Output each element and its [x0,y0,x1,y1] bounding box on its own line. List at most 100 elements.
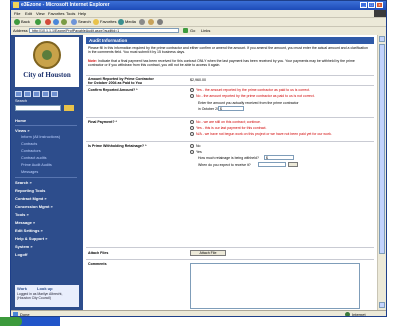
menu-favorites[interactable]: Favorites [48,11,64,16]
go-icon[interactable] [183,28,188,33]
ie-icon [13,2,19,8]
nav-logoff[interactable]: Logoff [15,252,27,257]
intro-text: Please fill in this information required… [88,46,368,55]
back-label[interactable]: Back [21,19,30,25]
confirm-no-text: No - the amount reported by the prime co… [196,94,315,98]
attach-label: Attach Files [88,251,109,255]
home-nav-icon[interactable] [33,91,40,97]
favorites-icon[interactable] [93,19,99,25]
mail-icon[interactable] [148,19,154,25]
scroll-thumb[interactable] [379,44,385,254]
start-button[interactable] [0,317,22,326]
nav-views-contract-audits[interactable]: Contract audits [21,156,47,160]
refresh-icon[interactable] [53,19,59,25]
search-area: Search [15,99,79,115]
scroll-up-arrow[interactable] [379,36,385,42]
history-icon[interactable] [139,19,145,25]
final-payment-label: Final Payment? * [88,120,117,124]
nav-system[interactable]: System » [15,244,33,249]
confirm-no-radio[interactable] [190,94,194,98]
nav-concession-mgmt[interactable]: Concession Mgmt » [15,204,53,209]
menu-edit[interactable]: Edit [25,11,32,16]
browser-window: e3Ezone - Microsoft Internet Explorer _ … [10,0,387,317]
retainage-yes-radio[interactable] [190,150,194,154]
retainage-row: Is Prime Withholding Retainage? * No Yes… [86,141,374,178]
nav-reporting[interactable]: Reporting Tools [15,188,45,193]
page-viewport: City of Houston Search Home Views » Info… [11,35,377,310]
logo-text: City of Houston [23,71,71,79]
media-icon[interactable] [118,19,124,25]
retainage-yes-text: Yes [196,150,202,154]
retainage-amount-input[interactable]: $ [264,155,294,160]
menu-file[interactable]: File [14,11,20,16]
retainage-date-label: When do you expect to receive it? [198,163,251,167]
nav-help-support[interactable]: Help & Support » [15,236,47,241]
amend-amount-input[interactable]: $ [218,106,244,111]
logged-in-text: Logged in as Marilyn Albrecht, (Houston … [17,292,63,300]
final-na-text: N/A - we have not begun work on this pro… [196,132,332,136]
footer-tab-lookup[interactable]: Look up [37,286,53,291]
retainage-no-radio[interactable] [190,144,194,148]
print-icon[interactable] [157,19,163,25]
search-icon[interactable] [71,19,77,25]
maximize-button[interactable]: □ [368,2,375,8]
close-button[interactable]: x [376,2,383,8]
comments-label: Comments [88,262,107,266]
final-yes-text: Yes - this is our last payment for this … [196,126,267,130]
nav-views-contracts[interactable]: Contracts [21,142,37,146]
nav-message[interactable]: Message » [15,220,35,225]
title-bar: e3Ezone - Microsoft Internet Explorer _ … [11,1,386,10]
menu-help[interactable]: Help [78,11,86,16]
search-go-button[interactable] [64,105,74,111]
go-button[interactable]: Go [190,28,195,34]
print-nav-icon[interactable] [51,91,58,97]
nav-views-messages[interactable]: Messages [21,170,38,174]
nav-views-prime-audits[interactable]: Prime Audit Audits [21,163,52,167]
footer-tab-work[interactable]: Work [17,286,27,291]
home-icon[interactable] [61,19,67,25]
nav-edit-settings[interactable]: Edit Settings » [15,228,43,233]
nav-views-contractors[interactable]: Contractors [21,149,41,153]
stop-icon[interactable] [45,19,51,25]
minimize-button[interactable]: _ [360,2,367,8]
back-icon[interactable] [14,19,20,25]
menu-bar: File Edit View Favorites Tools Help [11,10,386,17]
back-nav-icon[interactable] [15,91,22,97]
forward-nav-icon[interactable] [24,91,31,97]
final-na-radio[interactable] [190,132,194,136]
search-label: Search [15,99,28,103]
address-input[interactable]: http://10.1.1.1/Ezone/ProfPayableAudit.a… [29,28,179,33]
window-title: e3Ezone - Microsoft Internet Explorer [21,2,110,8]
menu-tools[interactable]: Tools [66,11,75,16]
forward-icon[interactable] [35,19,41,25]
menu-view[interactable]: View [36,11,45,16]
nav-tools[interactable]: Tools » [15,212,29,217]
help-nav-icon[interactable] [42,91,49,97]
section-header: Audit Information [86,37,374,44]
calendar-icon[interactable] [288,162,298,167]
confirm-yes-radio[interactable] [190,88,194,92]
nav-contract-mgmt[interactable]: Contract Mgmt » [15,196,47,201]
final-yes-radio[interactable] [190,126,194,130]
nav-search[interactable]: Search » [15,180,32,185]
retainage-date-input[interactable] [258,162,286,167]
nav-home[interactable]: Home [15,118,26,123]
scroll-down-arrow[interactable] [379,302,385,308]
final-no-radio[interactable] [190,120,194,124]
links-button[interactable]: Links [201,28,210,34]
search-label[interactable]: Search [78,19,91,25]
media-label[interactable]: Media [125,19,136,25]
comments-textarea[interactable] [190,263,360,309]
attach-row: Attach Files Attach File [86,247,374,258]
nav-views-inform[interactable]: Inform (All Instructions) [21,135,60,139]
left-navigation: City of Houston Search Home Views » Info… [11,35,83,310]
note-block: Note: Indicate that a final payment has … [88,59,370,67]
vertical-scrollbar[interactable] [377,35,386,310]
confirm-yes-text: Yes - the amount reported by the prime c… [196,88,311,92]
search-input[interactable] [15,105,61,111]
nav-views[interactable]: Views » [15,128,30,133]
attach-file-button[interactable]: Attach File [190,250,226,256]
retainage-no-text: No [196,144,201,148]
favorites-label[interactable]: Favorites [100,19,116,25]
city-seal-icon [33,41,61,69]
